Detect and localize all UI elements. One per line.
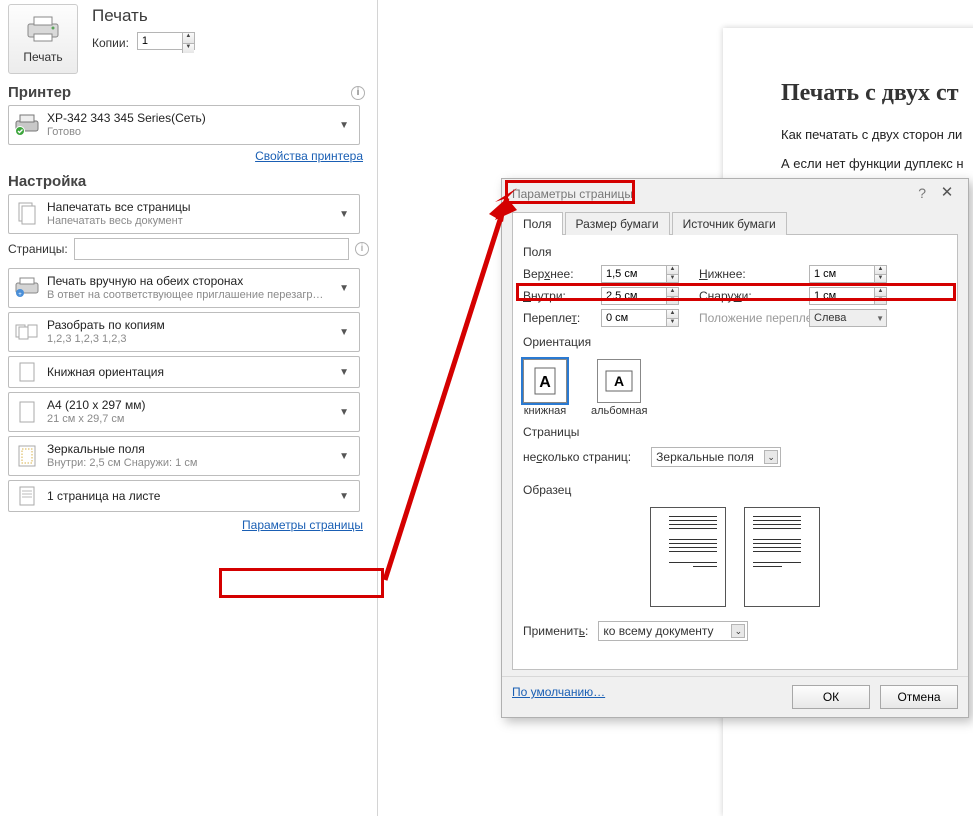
paper-size-select[interactable]: A4 (210 x 297 мм) 21 см x 29,7 см ▼: [8, 392, 360, 432]
svg-text:A: A: [614, 373, 624, 389]
tab-paper-source[interactable]: Источник бумаги: [672, 212, 787, 235]
multipages-select[interactable]: Зеркальные поля ⌄: [651, 447, 781, 467]
doc-title: Печать с двух ст: [781, 80, 973, 107]
chevron-down-icon: ▼: [335, 327, 353, 338]
pages-input[interactable]: [74, 238, 349, 260]
print-backstage-panel: Печать Печать Копии: ▲▼ Принтер i XP-342…: [0, 0, 378, 816]
printer-icon: [26, 15, 60, 46]
multipages-label: несколько страниц:: [523, 450, 631, 464]
margin-top-input[interactable]: ▲▼: [601, 265, 679, 283]
doc-paragraph: А если нет функции дуплекс н: [781, 156, 973, 171]
pages-icon: [15, 202, 39, 226]
chevron-down-icon: ▼: [335, 491, 353, 502]
printer-heading: Принтер i: [8, 84, 369, 101]
orientation-portrait[interactable]: A: [523, 359, 567, 403]
orientation-group-label: Ориентация: [523, 335, 947, 349]
margin-inside-label: Внутри:: [523, 289, 601, 303]
orientation-portrait-label: книжная: [524, 405, 567, 417]
spin-up-icon[interactable]: ▲: [182, 33, 194, 44]
chevron-down-icon: ▼: [335, 367, 353, 378]
orientation-landscape[interactable]: A: [597, 359, 641, 403]
printer-status-icon: [15, 113, 39, 137]
apply-to-label: Применить:: [523, 624, 588, 638]
margin-top-label: Верхнее:: [523, 267, 601, 281]
sample-preview: [523, 507, 947, 607]
chevron-down-icon: ▼: [335, 407, 353, 418]
margins-icon: [15, 444, 39, 468]
duplex-icon: +: [15, 276, 39, 300]
orientation-landscape-label: альбомная: [591, 405, 647, 417]
collate-select[interactable]: Разобрать по копиям 1,2,3 1,2,3 1,2,3 ▼: [8, 312, 360, 352]
tab-fields[interactable]: Поля: [512, 212, 563, 235]
dialog-titlebar: Параметры страницы ? ✕: [502, 179, 968, 209]
sample-group-label: Образец: [523, 483, 947, 497]
page-setup-dialog: Параметры страницы ? ✕ Поля Размер бумаг…: [501, 178, 969, 718]
page-setup-link[interactable]: Параметры страницы: [242, 518, 363, 532]
spin-down-icon[interactable]: ▼: [182, 44, 194, 54]
copies-input[interactable]: ▲▼: [137, 32, 195, 54]
dialog-tabs: Поля Размер бумаги Источник бумаги: [512, 211, 958, 235]
gutter-input[interactable]: ▲▼: [601, 309, 679, 327]
margins-select[interactable]: Зеркальные поля Внутри: 2,5 см Снаружи: …: [8, 436, 360, 476]
info-icon[interactable]: i: [355, 242, 369, 256]
dialog-title-text: Параметры страницы: [512, 187, 633, 201]
print-heading: Печать: [92, 6, 195, 26]
portrait-icon: [15, 360, 39, 384]
pages-per-sheet-select[interactable]: 1 страница на листе ▼: [8, 480, 360, 512]
margin-outside-input[interactable]: ▲▼: [809, 287, 887, 305]
help-icon[interactable]: ?: [918, 185, 926, 201]
setup-heading: Настройка: [8, 173, 369, 190]
pages-label: Страницы:: [8, 242, 68, 256]
cancel-button[interactable]: Отмена: [880, 685, 958, 709]
printer-name: XP-342 343 345 Series(Сеть): [47, 111, 327, 125]
tab-fields-content: Поля Верхнее: ▲▼ Нижнее: ▲▼ Внутри: ▲▼ С…: [512, 235, 958, 670]
apply-to-select[interactable]: ко всему документу ⌄: [598, 621, 748, 641]
tab-paper-size[interactable]: Размер бумаги: [565, 212, 670, 235]
orientation-select[interactable]: Книжная ориентация ▼: [8, 356, 360, 388]
print-range-select[interactable]: Напечатать все страницы Напечатать весь …: [8, 194, 360, 234]
printer-select[interactable]: XP-342 343 345 Series(Сеть) Готово ▼: [8, 105, 360, 145]
default-button[interactable]: По умолчанию…: [512, 685, 605, 709]
pages-group-label: Страницы: [523, 425, 947, 439]
doc-paragraph: Как печатать с двух сторон ли: [781, 127, 973, 142]
duplex-select[interactable]: + Печать вручную на обеих сторонах В отв…: [8, 268, 360, 308]
info-icon[interactable]: i: [351, 86, 365, 100]
margin-bottom-input[interactable]: ▲▼: [809, 265, 887, 283]
chevron-down-icon: ⌄: [764, 450, 778, 464]
page-icon: [15, 400, 39, 424]
chevron-down-icon: ▼: [335, 120, 353, 131]
printer-properties-link[interactable]: Свойства принтера: [255, 149, 363, 163]
print-button-label: Печать: [23, 50, 62, 64]
close-icon[interactable]: ✕: [934, 183, 960, 203]
one-page-icon: [15, 484, 39, 508]
margin-bottom-label: Нижнее:: [699, 267, 809, 281]
gutter-position-select: Слева▼: [809, 309, 887, 327]
chevron-down-icon: ▼: [335, 451, 353, 462]
svg-text:+: +: [18, 292, 22, 298]
chevron-down-icon: ▼: [335, 283, 353, 294]
ok-button[interactable]: ОК: [792, 685, 870, 709]
chevron-down-icon: ⌄: [731, 624, 745, 638]
gutter-position-label: Положение переплета:: [699, 311, 809, 325]
gutter-label: Переплет:: [523, 311, 601, 325]
svg-text:A: A: [539, 374, 551, 391]
margin-inside-input[interactable]: ▲▼: [601, 287, 679, 305]
chevron-down-icon: ▼: [335, 209, 353, 220]
margin-outside-label: Снаружи:: [699, 289, 809, 303]
print-button[interactable]: Печать: [8, 4, 78, 74]
fields-group-label: Поля: [523, 245, 947, 259]
copies-label: Копии:: [92, 36, 129, 50]
printer-status: Готово: [47, 125, 327, 139]
collate-icon: [15, 320, 39, 344]
